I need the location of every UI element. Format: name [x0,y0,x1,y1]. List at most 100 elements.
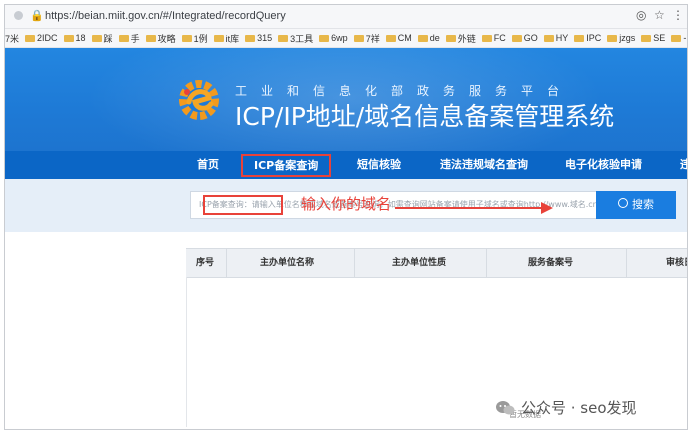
bookmark-item[interactable]: 1例 [181,29,208,47]
nav-icp-query[interactable]: ICP备案查询 [241,154,332,177]
search-button[interactable]: 搜索 [596,191,676,219]
bookmark-item[interactable]: 18 [63,29,86,47]
nav-more[interactable]: 违 [680,151,687,179]
annotation-arrow-icon [395,202,553,214]
bookmark-item[interactable]: 3工具 [278,29,313,47]
bookmark-item[interactable]: 踩 [91,29,113,47]
search-icon [618,198,628,208]
folder-icon [63,34,74,42]
bookmark-label: 手 [130,33,140,44]
column-header-audit-date: 审核日 [666,258,687,268]
wechat-icon [496,400,515,414]
url-text[interactable]: https://beian.miit.gov.cn/#/Integrated/r… [45,10,286,22]
folder-icon [213,34,224,42]
bookmark-label: 7米 [5,33,20,44]
folder-icon [671,34,682,42]
watermark-text: 公众号 · seo发现 [521,399,637,417]
bookmark-label: CM [397,33,412,43]
bookmark-item[interactable]: HY [543,29,569,47]
bookmark-item[interactable]: 2IDC [25,29,58,47]
bookmark-label: 2IDC [37,33,58,43]
column-divider [626,249,627,277]
bookmark-label: 外链 [457,33,476,44]
nav-illegal-domain-query[interactable]: 违法违规域名查询 [440,151,528,179]
wechat-watermark: 公众号 · seo发现 [495,397,637,418]
column-header-org-name: 主办单位名称 [260,258,315,268]
folder-icon [607,34,618,42]
address-bar[interactable]: 🔒 https://beian.miit.gov.cn/#/Integrated… [5,5,687,29]
folder-icon [353,34,364,42]
bookmark-item[interactable]: - [671,29,686,47]
annotation-text: 输入你的域名 [301,195,392,213]
column-divider [226,249,227,277]
bookmark-item[interactable]: de [417,29,440,47]
location-icon[interactable]: ◎ [636,8,646,22]
folder-icon [319,34,330,42]
bookmark-item[interactable]: 315 [245,29,272,47]
bookmark-label: 7祥 [365,33,380,44]
folder-icon [417,34,428,42]
column-divider [486,249,487,277]
bookmark-label: 18 [75,33,86,43]
site-banner: 工业和信息化部政务服务平台 ICP/IP地址/域名信息备案管理系统 [5,48,687,151]
bookmark-item[interactable]: IPC [574,29,601,47]
bookmark-label: HY [555,33,569,43]
bookmark-item[interactable]: 攻略 [145,29,176,47]
bookmark-label: 踩 [103,33,113,44]
nav-home[interactable]: 首页 [197,151,219,179]
column-divider [354,249,355,277]
browser-window: 🔒 https://beian.miit.gov.cn/#/Integrated… [4,4,688,430]
folder-icon [245,34,256,42]
folder-icon [278,34,289,42]
bookmark-item[interactable]: 6wp [319,29,348,47]
back-icon[interactable] [14,11,23,20]
folder-icon [385,34,396,42]
bookmark-label: 1例 [193,33,208,44]
left-blank-area [5,232,186,429]
folder-icon [181,34,192,42]
bookmark-label: SE [653,33,666,43]
bookmark-label: - [683,33,687,43]
bookmark-label: 3工具 [290,33,314,44]
folder-icon [445,34,456,42]
main-nav: 首页 ICP备案查询 短信核验 违法违规域名查询 电子化核验申请 违 [5,151,687,179]
bookmark-label: 315 [257,33,273,43]
bookmark-item[interactable]: 外链 [445,29,476,47]
bookmark-label: it库 [225,33,240,44]
folder-icon [481,34,492,42]
search-button-label: 搜索 [632,198,654,211]
bookmark-item[interactable]: CM [385,29,412,47]
bookmark-label: 攻略 [157,33,176,44]
menu-icon[interactable]: ⋮ [672,8,684,22]
folder-icon [641,34,652,42]
folder-icon [91,34,102,42]
folder-icon [25,34,36,42]
folder-icon [145,34,156,42]
folder-icon [574,34,585,42]
page-title: ICP/IP地址/域名信息备案管理系统 [235,102,615,131]
bookmark-label: FC [493,33,506,43]
folder-icon [511,34,522,42]
folder-icon [543,34,554,42]
star-icon[interactable]: ☆ [654,8,665,22]
bookmark-item[interactable]: jzgs [607,29,635,47]
bookmark-item[interactable]: GO [511,29,538,47]
column-header-index: 序号 [196,258,215,268]
site-logo-icon [179,80,219,120]
bookmarks-bar: 7米 2IDC 18 踩 手 攻略 1例 it库 315 3工具 6wp 7祥 CM de 外链 FC GO HY… [5,29,687,48]
bookmark-item[interactable]: 手 [118,29,140,47]
bookmark-label: de [429,33,440,43]
folder-icon [118,34,129,42]
nav-e-verify-apply[interactable]: 电子化核验申请 [565,151,642,179]
bookmark-item[interactable]: SE [641,29,665,47]
annotation-highlight-box [203,195,283,215]
bookmark-item[interactable]: it库 [213,29,240,47]
bookmark-item[interactable]: 7米 [5,29,19,47]
results-table-header: 序号 主办单位名称 主办单位性质 服务备案号 审核日 [186,248,687,278]
bookmark-label: IPC [586,33,602,43]
column-header-record-number: 服务备案号 [528,258,574,268]
bookmark-item[interactable]: FC [481,29,506,47]
bookmark-label: GO [523,33,538,43]
bookmark-item[interactable]: 7祥 [353,29,380,47]
nav-sms-verify[interactable]: 短信核验 [357,151,401,179]
